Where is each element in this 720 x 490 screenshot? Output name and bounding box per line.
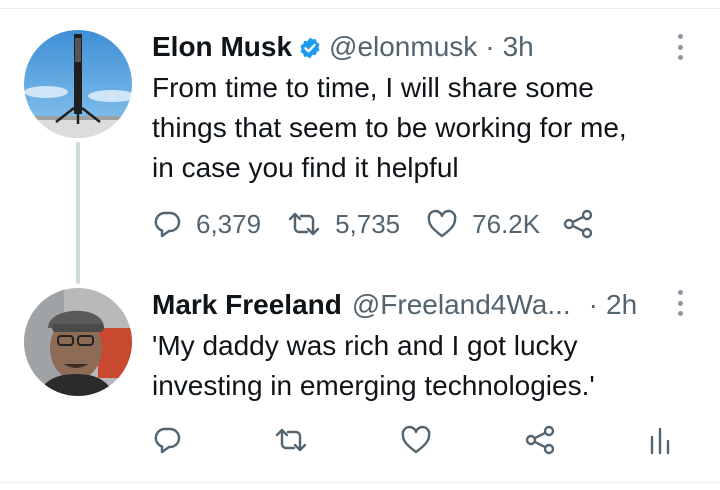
author-handle[interactable]: @elonmusk <box>329 31 477 63</box>
tweet-header: Mark Freeland @Freeland4Wa... · 2h <box>152 288 692 322</box>
timestamp[interactable]: 2h <box>606 289 637 321</box>
share-button[interactable] <box>562 209 594 239</box>
author-name[interactable]: Mark Freeland <box>152 289 342 321</box>
top-divider <box>0 8 720 9</box>
reply-button[interactable] <box>152 425 182 455</box>
reply-button[interactable]: 6,379 <box>152 209 261 240</box>
like-button[interactable]: 76.2K <box>426 209 540 240</box>
separator-dot: · <box>485 31 495 62</box>
avatar-mark-freeland[interactable] <box>24 288 132 396</box>
tweet-1[interactable]: Elon Musk @elonmusk · 3h From time to ti… <box>152 30 692 188</box>
retweet-button[interactable]: 5,735 <box>287 209 400 240</box>
author-name[interactable]: Elon Musk <box>152 31 292 63</box>
tweet-text: From time to time, I will share some thi… <box>152 72 627 183</box>
reply-count: 6,379 <box>196 208 262 239</box>
share-button[interactable] <box>524 425 556 455</box>
author-handle[interactable]: @Freeland4Wa... <box>352 289 571 321</box>
like-count: 76.2K <box>472 208 541 239</box>
bottom-divider <box>0 482 720 483</box>
thread-connector-line <box>76 142 80 284</box>
avatar-elon-musk[interactable] <box>24 30 132 138</box>
like-button[interactable] <box>400 425 432 455</box>
tweet-header: Elon Musk @elonmusk · 3h <box>152 30 692 64</box>
timestamp[interactable]: 3h <box>503 31 534 63</box>
separator-dot: · <box>588 289 598 320</box>
tweet-2[interactable]: Mark Freeland @Freeland4Wa... · 2h 'My d… <box>152 288 692 406</box>
reply-icon <box>154 211 181 238</box>
share-icon <box>525 425 555 455</box>
retweet-count: 5,735 <box>335 208 401 239</box>
analytics-icon <box>650 427 670 455</box>
like-icon <box>401 425 431 454</box>
tweet-text: 'My daddy was rich and I got lucky inves… <box>152 330 595 401</box>
reply-icon <box>154 427 181 454</box>
tweet-2-actions <box>152 420 672 460</box>
analytics-button[interactable] <box>648 425 672 455</box>
more-options-icon[interactable] <box>675 34 685 60</box>
more-options-icon[interactable] <box>675 290 685 316</box>
retweet-icon <box>288 212 320 236</box>
retweet-button[interactable] <box>274 425 308 455</box>
share-icon <box>563 209 593 239</box>
verified-badge-icon <box>298 35 322 59</box>
retweet-icon <box>275 428 307 452</box>
tweet-1-actions: 6,379 5,735 76.2K <box>152 204 594 244</box>
like-icon <box>427 209 457 238</box>
